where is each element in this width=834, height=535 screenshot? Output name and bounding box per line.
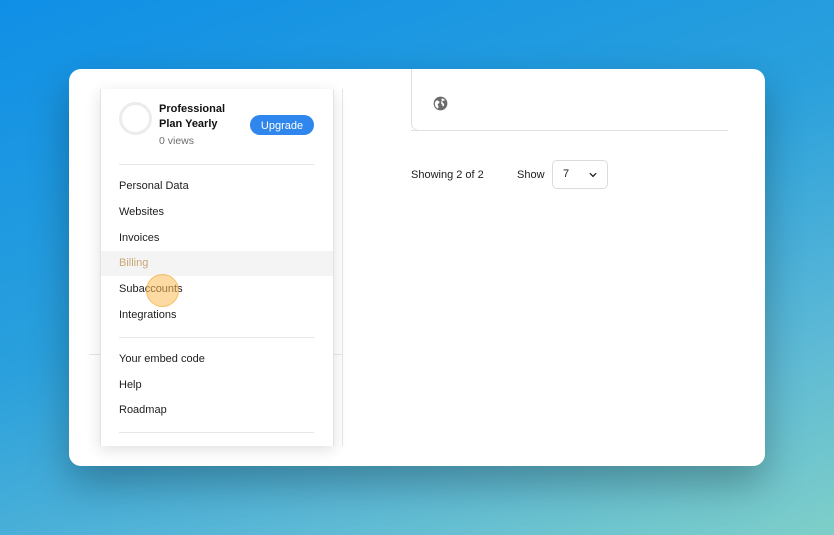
card-bottom-border xyxy=(411,130,727,131)
sidebar-border xyxy=(342,89,343,446)
account-dropdown-menu: Professional Plan Yearly 0 views Upgrade… xyxy=(100,89,334,446)
menu-item-websites[interactable]: Websites xyxy=(101,200,333,225)
plan-summary: Professional Plan Yearly 0 views Upgrade xyxy=(119,101,317,153)
plan-name: Professional Plan Yearly xyxy=(159,103,226,130)
upgrade-button[interactable]: Upgrade xyxy=(250,115,314,135)
menu-item-help[interactable]: Help xyxy=(101,373,333,398)
chevron-down-icon xyxy=(589,172,597,177)
menu-item-invoices[interactable]: Invoices xyxy=(101,226,333,251)
pagination-status: Showing 2 of 2 xyxy=(411,169,484,181)
plan-views: 0 views xyxy=(159,135,195,147)
menu-divider xyxy=(119,432,314,433)
website-card[interactable] xyxy=(411,69,728,131)
menu-item-integrations[interactable]: Integrations xyxy=(101,303,333,328)
click-cursor-indicator xyxy=(146,274,179,307)
app-window: Showing 2 of 2 Show 7 Professional Plan … xyxy=(69,69,765,466)
page-size-value: 7 xyxy=(563,168,570,180)
page-size-select[interactable]: 7 xyxy=(552,160,608,189)
menu-item-personal-data[interactable]: Personal Data xyxy=(101,174,333,199)
menu-item-billing[interactable]: Billing xyxy=(101,251,333,276)
menu-item-subaccounts[interactable]: Subaccounts xyxy=(101,277,333,302)
menu-item-roadmap[interactable]: Roadmap xyxy=(101,398,333,423)
avatar xyxy=(119,102,152,135)
menu-divider xyxy=(119,164,314,165)
show-label: Show xyxy=(517,169,545,181)
menu-item-embed-code[interactable]: Your embed code xyxy=(101,347,333,372)
menu-divider xyxy=(119,337,314,338)
globe-icon xyxy=(433,96,448,111)
